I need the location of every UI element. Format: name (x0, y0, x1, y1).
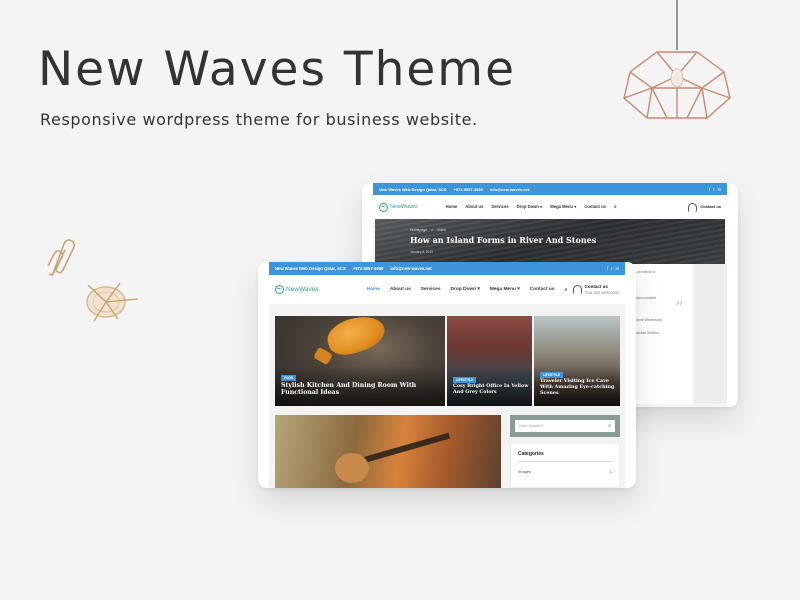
nav-about[interactable]: About us (465, 204, 483, 210)
featured-post[interactable]: LIFESTYLE Traveler Visiting Ice Cave Wit… (534, 316, 620, 406)
contact-widget[interactable]: Contact us (688, 202, 721, 212)
logo-icon (379, 202, 388, 212)
topbar-company: New Waves Web Design Qatar, SCS (275, 266, 346, 271)
facebook-icon[interactable]: f (607, 266, 608, 271)
featured-post[interactable]: LIFESTYLE Cosy Bright Office In Yellow A… (447, 316, 532, 406)
nav-home[interactable]: Home (367, 287, 380, 293)
logo-icon (275, 285, 284, 294)
paper-clips-icon (47, 239, 76, 277)
search-icon[interactable]: ⌕ (565, 287, 568, 293)
breadcrumb-home[interactable]: Homepage (410, 228, 427, 232)
food-image (323, 316, 389, 361)
search-input[interactable]: Enter Keyword ⌕ (515, 420, 615, 432)
social-links: f t in (709, 187, 721, 192)
featured-post-title[interactable]: Cosy Bright Office In Yellow And Grey Co… (453, 383, 529, 396)
nav-mega-menu[interactable]: Mega Menu ▾ (550, 204, 576, 210)
nav-contact[interactable]: Contact us (530, 287, 555, 293)
top-info-bar: New Waves Web Design Qatar, SCS +974 555… (269, 262, 625, 275)
linkedin-icon[interactable]: in (717, 187, 721, 192)
search-widget: Enter Keyword ⌕ (510, 415, 620, 437)
contact-widget[interactable]: Contact us You are welcome (572, 284, 619, 296)
category-badge[interactable]: FOOD (281, 375, 297, 381)
front-tablet-mockup: New Waves Web Design Qatar, SCS +974 555… (258, 262, 636, 488)
nav-menu: Home About us Services Drop Down ▾ Mega … (367, 287, 568, 293)
breadcrumb: Homepage » Video (410, 228, 725, 232)
pendant-lamp-icon (623, 0, 731, 119)
category-item[interactable]: Images 1 (518, 469, 612, 474)
categories-widget: Categories Images 1 (510, 443, 620, 488)
headset-icon (572, 285, 582, 294)
sidebar: Enter Keyword ⌕ Categories Images 1 (510, 415, 620, 488)
quote-icon: ” (674, 298, 684, 319)
nav-mega-menu[interactable]: Mega Menu ▾ (490, 287, 520, 293)
linkedin-icon[interactable]: in (615, 266, 619, 271)
topbar-phone[interactable]: +974 5557-4969 (454, 187, 483, 192)
search-placeholder: Enter Keyword (519, 424, 543, 428)
categories-title: Categories (518, 451, 612, 462)
site-logo[interactable]: NewWaves (379, 202, 418, 212)
nav-services[interactable]: Services (491, 204, 508, 210)
facebook-icon[interactable]: f (709, 187, 710, 192)
nav-home[interactable]: Home (446, 204, 458, 210)
featured-post-title[interactable]: Stylish Kitchen And Dining Room With Fun… (281, 382, 431, 397)
main-navbar: NewWaves Home About us Services Drop Dow… (373, 195, 727, 219)
breadcrumb-current: Video (437, 228, 446, 232)
social-links: f t in (607, 266, 619, 271)
nav-dropdown[interactable]: Drop Down ▾ (451, 287, 480, 293)
featured-post-title[interactable]: Traveler Visiting Ice Cave With Amazing … (540, 378, 620, 396)
nav-services[interactable]: Services (421, 287, 441, 293)
headset-icon (688, 202, 698, 212)
search-icon[interactable]: ⌕ (608, 423, 611, 429)
contact-label: Contact us (700, 204, 721, 210)
top-info-bar: New Waves Web Design Qatar, SCS +974 555… (373, 183, 727, 195)
featured-posts-grid: FOOD Stylish Kitchen And Dining Room Wit… (275, 316, 620, 406)
front-tablet-screen: New Waves Web Design Qatar, SCS +974 555… (269, 262, 625, 488)
featured-post[interactable]: FOOD Stylish Kitchen And Dining Room Wit… (275, 316, 445, 406)
topbar-phone[interactable]: +974 5557-4969 (353, 266, 384, 271)
post-thumbnail[interactable] (275, 415, 501, 488)
topbar-email[interactable]: info@new-waves.net (390, 266, 431, 271)
site-logo[interactable]: NewWaves (275, 285, 319, 294)
post-date: January 8, 2019 (410, 250, 433, 254)
search-icon[interactable]: ⌕ (614, 204, 617, 210)
post-title: How an Island Forms in River And Stones (410, 235, 597, 245)
topbar-company: New Waves Web Design Qatar, SCS (379, 186, 447, 192)
twitter-icon[interactable]: t (713, 187, 714, 192)
twitter-icon[interactable]: t (611, 266, 612, 271)
pen-holder-icon (86, 282, 139, 322)
page-banner: Homepage » Video How an Island Forms in … (375, 219, 725, 264)
category-count: 1 (609, 469, 612, 474)
guitar-image (361, 432, 451, 464)
contact-sub: You are welcome (584, 289, 619, 295)
nav-contact[interactable]: Contact us (584, 204, 606, 210)
breadcrumb-separator: » (431, 228, 434, 232)
nav-about[interactable]: About us (390, 287, 411, 293)
nav-dropdown[interactable]: Drop Down ▾ (517, 204, 543, 210)
category-label[interactable]: Images (518, 469, 531, 474)
page-subtitle: Responsive wordpress theme for business … (40, 110, 478, 129)
nav-menu: Home About us Services Drop Down ▾ Mega … (446, 204, 617, 210)
main-navbar: NewWaves Home About us Services Drop Dow… (269, 275, 625, 304)
topbar-email[interactable]: info@new-waves.net (490, 187, 529, 192)
page-title: New Waves Theme (38, 42, 516, 97)
back-gutter (694, 264, 727, 404)
